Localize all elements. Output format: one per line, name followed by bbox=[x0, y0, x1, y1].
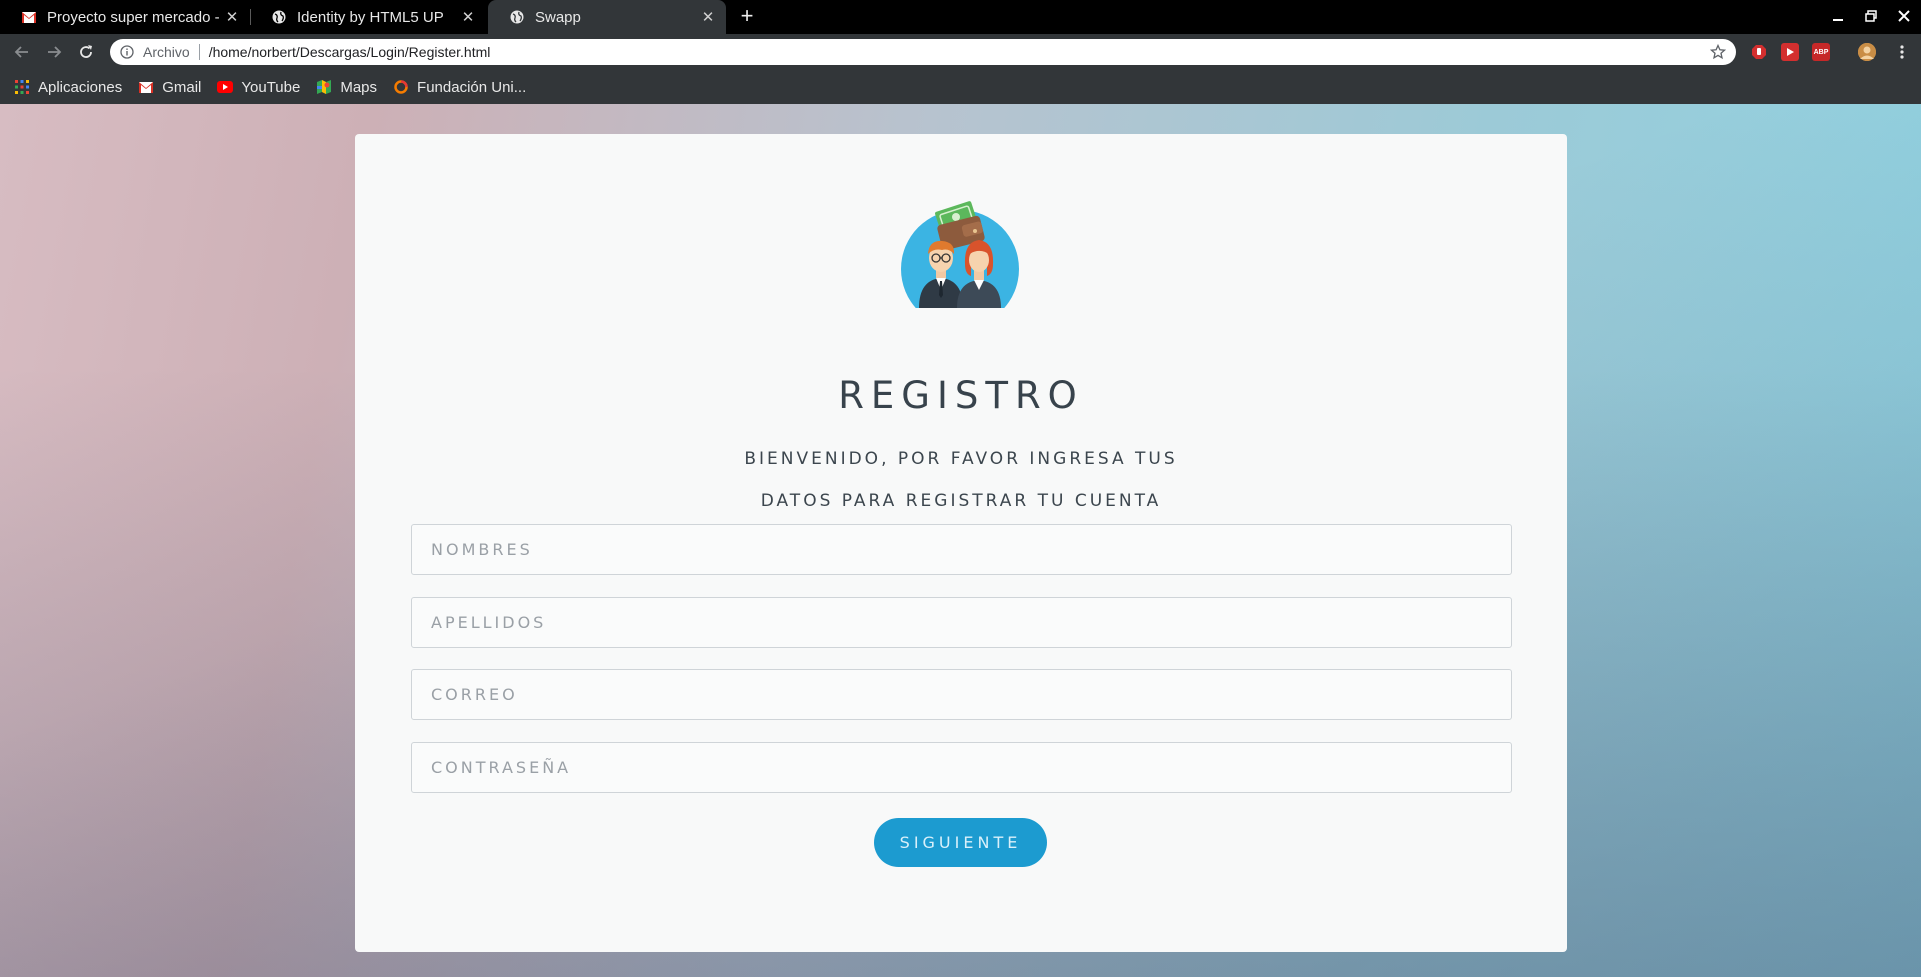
bookmark-label: YouTube bbox=[241, 78, 301, 96]
tab-title: Identity by HTML5 UP bbox=[297, 8, 444, 26]
globe-icon bbox=[271, 9, 287, 25]
bookmark-maps[interactable]: Maps bbox=[316, 79, 377, 96]
page-background: REGISTRO BIENVENIDO, POR FAVOR INGRESA T… bbox=[0, 104, 1921, 977]
bookmark-star-icon[interactable] bbox=[1709, 43, 1727, 60]
bookmark-label: Fundación Uni... bbox=[417, 78, 527, 96]
nombres-input[interactable] bbox=[412, 525, 1511, 574]
tab-title: Swapp bbox=[535, 8, 581, 26]
address-bar[interactable]: Archivo /home/norbert/Descargas/Login/Re… bbox=[110, 39, 1736, 65]
bookmark-youtube[interactable]: YouTube bbox=[217, 79, 300, 96]
contrasena-field-wrapper bbox=[411, 742, 1512, 793]
url-text[interactable]: /home/norbert/Descargas/Login/Register.h… bbox=[209, 44, 491, 60]
subtitle-line: BIENVENIDO, POR FAVOR INGRESA TUS bbox=[744, 449, 1178, 469]
bookmark-label: Maps bbox=[340, 78, 378, 96]
bookmark-aplicaciones[interactable]: Aplicaciones bbox=[14, 79, 122, 96]
bookmark-fundacion[interactable]: Fundación Uni... bbox=[393, 79, 526, 96]
file-scheme-chip: Archivo bbox=[143, 44, 190, 60]
gmail-icon bbox=[21, 9, 37, 25]
youtube-icon bbox=[217, 79, 234, 95]
bookmarks-bar: Aplicaciones Gmail YouTube Maps Fundació… bbox=[0, 70, 1921, 104]
info-icon[interactable] bbox=[120, 45, 134, 59]
maps-icon bbox=[316, 79, 332, 95]
profile-avatar-icon[interactable] bbox=[1858, 43, 1876, 61]
users-wallet-icon bbox=[901, 198, 1021, 328]
reload-icon[interactable] bbox=[76, 42, 96, 62]
globe-icon bbox=[509, 9, 525, 25]
siguiente-button[interactable]: SIGUIENTE bbox=[874, 818, 1047, 867]
subtitle-line: DATOS PARA REGISTRAR TU CUENTA bbox=[760, 491, 1162, 511]
browser-tabstrip: Proyecto super mercado - ✕ Identity by H… bbox=[0, 0, 1921, 34]
forward-arrow-icon[interactable] bbox=[44, 42, 64, 62]
restore-icon[interactable] bbox=[1861, 6, 1881, 26]
page-title: REGISTRO bbox=[838, 374, 1084, 417]
gmail-icon bbox=[138, 79, 154, 95]
adblock-extension-icon[interactable]: ABP bbox=[1812, 43, 1830, 61]
fundacion-icon bbox=[393, 79, 409, 95]
tab-proyecto[interactable]: Proyecto super mercado - ✕ bbox=[0, 0, 250, 34]
chip-divider bbox=[198, 44, 200, 60]
new-tab-button[interactable]: + bbox=[735, 5, 759, 28]
correo-field-wrapper bbox=[411, 669, 1512, 720]
apps-grid-icon bbox=[14, 79, 30, 95]
welcome-subtitle: BIENVENIDO, POR FAVOR INGRESA TUS DATOS … bbox=[355, 438, 1567, 522]
video-extension-icon[interactable] bbox=[1781, 43, 1799, 61]
bookmark-label: Gmail bbox=[162, 78, 202, 96]
register-card: REGISTRO BIENVENIDO, POR FAVOR INGRESA T… bbox=[355, 134, 1567, 952]
menu-dots-icon[interactable] bbox=[1893, 43, 1911, 61]
bookmark-gmail[interactable]: Gmail bbox=[138, 79, 201, 96]
contrasena-input[interactable] bbox=[412, 743, 1511, 792]
apellidos-input[interactable] bbox=[412, 598, 1511, 647]
close-tab-icon[interactable]: ✕ bbox=[700, 9, 716, 26]
close-tab-icon[interactable]: ✕ bbox=[224, 9, 240, 26]
correo-input[interactable] bbox=[412, 670, 1511, 719]
minimize-icon[interactable] bbox=[1828, 6, 1848, 26]
close-window-icon[interactable] bbox=[1894, 6, 1914, 26]
browser-toolbar: Archivo /home/norbert/Descargas/Login/Re… bbox=[0, 34, 1921, 70]
tab-title: Proyecto super mercado - bbox=[47, 8, 220, 26]
close-tab-icon[interactable]: ✕ bbox=[460, 9, 476, 26]
stop-extension-icon[interactable] bbox=[1750, 43, 1768, 61]
tab-swapp[interactable]: Swapp ✕ bbox=[488, 0, 726, 34]
bookmark-label: Aplicaciones bbox=[38, 78, 123, 96]
apellidos-field-wrapper bbox=[411, 597, 1512, 648]
nombres-field-wrapper bbox=[411, 524, 1512, 575]
tab-identity[interactable]: Identity by HTML5 UP ✕ bbox=[250, 0, 486, 34]
back-arrow-icon[interactable] bbox=[12, 42, 32, 62]
